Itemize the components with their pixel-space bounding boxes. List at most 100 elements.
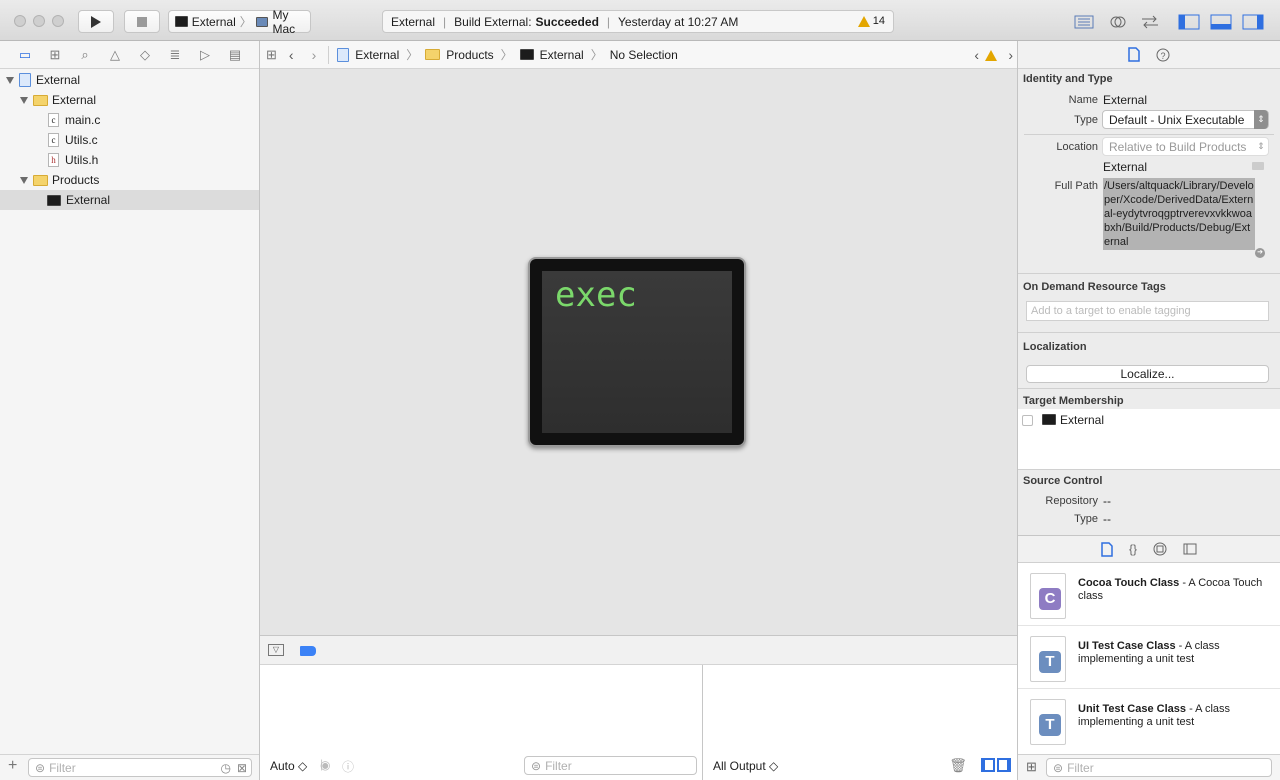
full-path-value[interactable]: /Users/altquack/Library/Developer/Xcode/… bbox=[1103, 178, 1255, 250]
folder-icon[interactable] bbox=[1252, 162, 1264, 170]
file-type-value: Default - Unix Executable bbox=[1109, 112, 1245, 127]
scm-filter-icon[interactable]: ⊠ bbox=[237, 761, 247, 775]
grid-view-icon[interactable]: ⊞ bbox=[1026, 759, 1037, 775]
tree-row-group[interactable]: Products bbox=[0, 170, 259, 190]
breadcrumb-item[interactable]: No Selection bbox=[610, 48, 678, 62]
breadcrumb: External 〉 Products 〉 External 〉 No Sele… bbox=[337, 46, 678, 63]
reveal-in-finder-icon[interactable]: ➔ bbox=[1255, 248, 1265, 258]
show-console-icon[interactable] bbox=[997, 758, 1011, 772]
tree-row-file[interactable]: c Utils.c bbox=[0, 130, 259, 150]
trash-icon[interactable]: 🗑 bbox=[949, 757, 967, 774]
exec-label: exec bbox=[555, 275, 637, 315]
chevron-right-icon: 〉 bbox=[406, 48, 419, 62]
zoom-window-button[interactable] bbox=[52, 15, 64, 27]
info-icon[interactable]: ⓘ bbox=[342, 758, 354, 775]
disclosure-triangle-icon[interactable] bbox=[20, 96, 28, 104]
template-document-icon: T bbox=[1030, 699, 1066, 745]
back-arrow-icon[interactable]: ‹ bbox=[289, 47, 294, 63]
stop-button[interactable] bbox=[124, 10, 160, 33]
navigator-filter-input[interactable]: ⊜ Filter ◷ ⊠ bbox=[28, 758, 252, 777]
variables-scope-popup[interactable]: Auto ◇ bbox=[270, 759, 307, 773]
file-template-icon[interactable] bbox=[1101, 541, 1113, 557]
warning-indicator[interactable]: 14 bbox=[857, 15, 885, 27]
object-library-icon[interactable] bbox=[1153, 542, 1167, 556]
toggle-debug-area-button[interactable] bbox=[1207, 10, 1235, 33]
file-type-popup[interactable]: Default - Unix Executable ⇕ bbox=[1102, 110, 1269, 129]
tree-row-product[interactable]: External bbox=[0, 190, 259, 210]
report-icon[interactable]: ▤ bbox=[220, 47, 250, 63]
variables-filter-input[interactable]: ⊜ Filter bbox=[524, 756, 697, 775]
hide-debug-area-icon[interactable]: ▽ bbox=[268, 644, 284, 656]
breakpoints-toggle-icon[interactable] bbox=[300, 646, 316, 656]
minimize-window-button[interactable] bbox=[33, 15, 45, 27]
scheme-selector[interactable]: External 〉 My Mac bbox=[168, 8, 311, 36]
forward-arrow-icon[interactable]: › bbox=[312, 47, 317, 63]
run-button[interactable] bbox=[78, 10, 114, 33]
tree-row-project[interactable]: External bbox=[0, 70, 259, 90]
name-value[interactable]: External bbox=[1103, 93, 1147, 107]
library-item[interactable]: C Cocoa Touch Class - A Cocoa Touch clas… bbox=[1018, 563, 1280, 626]
file-inspector-icon[interactable] bbox=[1128, 47, 1140, 62]
quick-help-icon[interactable]: ? bbox=[1156, 48, 1170, 62]
chevron-right-icon: 〉 bbox=[590, 48, 603, 62]
media-library-icon[interactable] bbox=[1183, 543, 1197, 555]
breadcrumb-item[interactable]: External bbox=[355, 48, 399, 62]
warning-icon[interactable]: △ bbox=[100, 47, 130, 63]
tree-row-file[interactable]: h Utils.h bbox=[0, 150, 259, 170]
close-window-button[interactable] bbox=[14, 15, 26, 27]
terminal-icon bbox=[1042, 414, 1056, 425]
tree-row-label: Products bbox=[52, 173, 100, 187]
full-path-label: Full Path bbox=[1054, 180, 1098, 192]
tree-row-file[interactable]: c main.c bbox=[0, 110, 259, 130]
version-editor-button[interactable] bbox=[1136, 10, 1164, 33]
recent-files-icon[interactable]: ◷ bbox=[221, 761, 231, 775]
code-snippet-icon[interactable]: {} bbox=[1129, 542, 1137, 556]
library-item[interactable]: T UI Test Case Class - A class implement… bbox=[1018, 626, 1280, 689]
hierarchy-icon[interactable]: ⊞ bbox=[40, 47, 70, 63]
target-checkbox[interactable] bbox=[1022, 415, 1033, 426]
warning-icon[interactable] bbox=[985, 50, 997, 61]
location-filename: External bbox=[1103, 160, 1148, 174]
show-variables-icon[interactable] bbox=[981, 758, 995, 772]
previous-issue-icon[interactable]: ‹ bbox=[974, 47, 979, 63]
c-file-icon: c bbox=[48, 113, 59, 127]
library-item[interactable]: T Unit Test Case Class - A class impleme… bbox=[1018, 689, 1280, 752]
disclosure-triangle-icon[interactable] bbox=[6, 76, 14, 84]
location-label: Location bbox=[1056, 141, 1098, 153]
assistant-editor-button[interactable] bbox=[1104, 10, 1132, 33]
console-view: All Output ◇ 🗑 bbox=[703, 665, 1017, 780]
related-items-icon[interactable]: ⊞ bbox=[266, 47, 277, 63]
tree-row-label: External bbox=[36, 73, 81, 87]
debug-gauge-icon[interactable]: ≣ bbox=[160, 47, 190, 63]
project-navigator: ▭ ⊞ ⌕ △ ◇ ≣ ▷ ▤ External External c main… bbox=[0, 41, 260, 780]
folder-icon[interactable]: ▭ bbox=[10, 47, 40, 63]
standard-editor-button[interactable] bbox=[1070, 10, 1098, 33]
folder-icon bbox=[33, 94, 48, 106]
folder-icon bbox=[33, 174, 48, 186]
target-membership-title: Target Membership bbox=[1023, 395, 1124, 407]
stop-icon bbox=[137, 16, 147, 27]
library-filter-input[interactable]: ⊜ Filter bbox=[1046, 758, 1272, 777]
status-separator: | bbox=[443, 14, 447, 29]
search-icon[interactable]: ⌕ bbox=[70, 47, 100, 63]
toggle-navigator-button[interactable] bbox=[1175, 10, 1203, 33]
test-badge-icon: T bbox=[1039, 651, 1061, 673]
breakpoint-icon[interactable]: ▷ bbox=[190, 47, 220, 63]
location-popup[interactable]: Relative to Build Products ⇕ bbox=[1102, 137, 1269, 156]
filter-icon: ⊜ bbox=[1053, 760, 1064, 775]
localize-button[interactable]: Localize... bbox=[1026, 365, 1269, 383]
breadcrumb-item[interactable]: Products bbox=[446, 48, 493, 62]
toggle-inspector-button[interactable] bbox=[1239, 10, 1267, 33]
bottom-panel-icon bbox=[1210, 14, 1232, 29]
add-icon[interactable]: + bbox=[8, 757, 17, 775]
disclosure-triangle-icon[interactable] bbox=[20, 176, 28, 184]
tree-row-group[interactable]: External bbox=[0, 90, 259, 110]
next-issue-icon[interactable]: › bbox=[1008, 47, 1013, 63]
test-diamond-icon[interactable]: ◇ bbox=[130, 47, 160, 63]
type-label: Type bbox=[1074, 114, 1098, 126]
breadcrumb-item[interactable]: External bbox=[540, 48, 584, 62]
divider bbox=[1018, 469, 1280, 470]
console-output-popup[interactable]: All Output ◇ bbox=[713, 759, 778, 773]
eye-icon[interactable]: ◉ bbox=[320, 758, 330, 772]
status-result: Succeeded bbox=[535, 14, 599, 29]
